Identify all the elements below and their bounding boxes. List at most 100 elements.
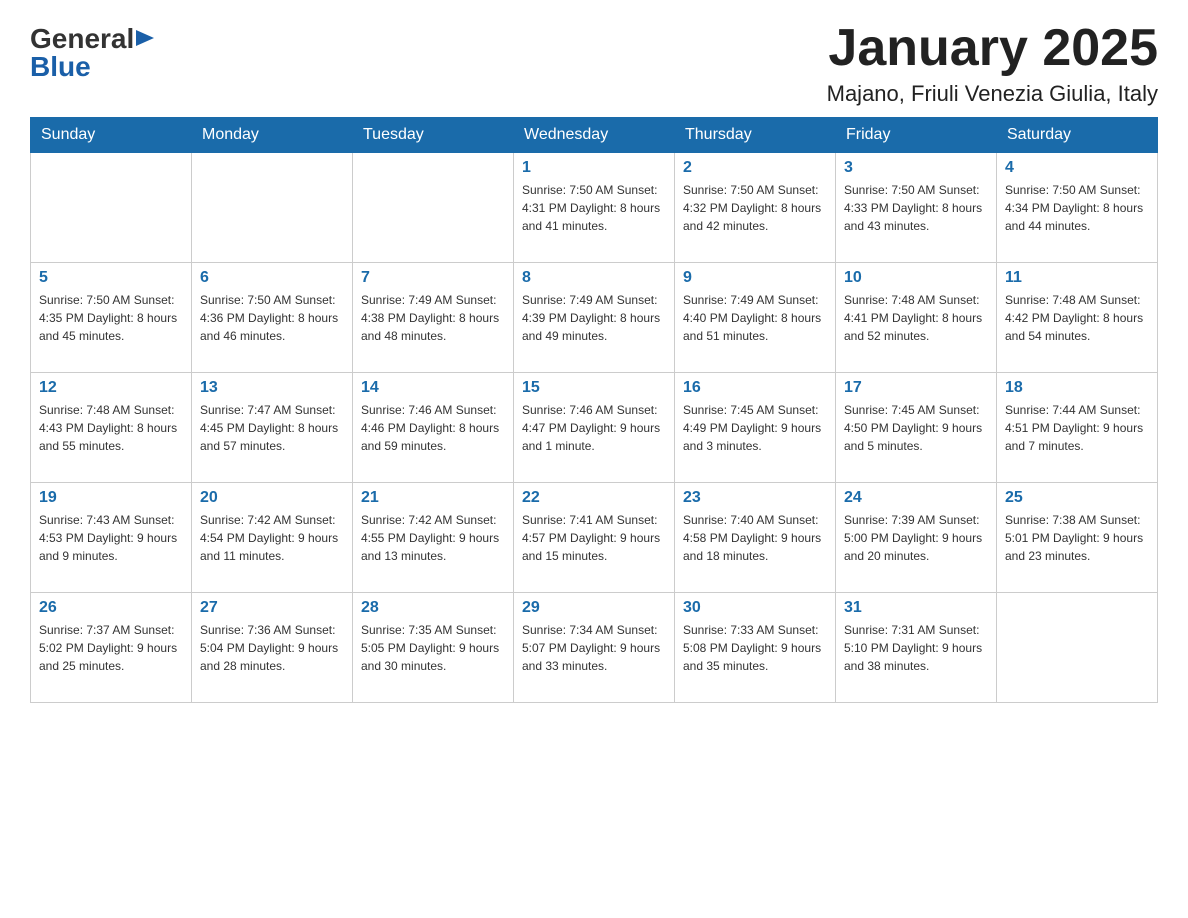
day-number: 4	[1005, 159, 1149, 177]
col-header-thursday: Thursday	[675, 118, 836, 153]
calendar-week-row: 5Sunrise: 7:50 AM Sunset: 4:35 PM Daylig…	[31, 263, 1158, 373]
day-number: 17	[844, 379, 988, 397]
day-info: Sunrise: 7:47 AM Sunset: 4:45 PM Dayligh…	[200, 401, 344, 455]
calendar-cell: 10 Sunrise: 7:48 AM Sunset: 4:41 PM Dayli…	[836, 263, 997, 373]
calendar-cell: 5Sunrise: 7:50 AM Sunset: 4:35 PM Daylig…	[31, 263, 192, 373]
month-title: January 2025	[827, 20, 1158, 77]
day-info: Sunrise: 7:50 AM Sunset: 4:33 PM Dayligh…	[844, 181, 988, 235]
day-info: Sunrise: 7:35 AM Sunset: 5:05 PM Dayligh…	[361, 621, 505, 675]
logo-general: General	[30, 25, 134, 53]
day-number: 12	[39, 379, 183, 397]
day-info: Sunrise: 7:40 AM Sunset: 4:58 PM Dayligh…	[683, 511, 827, 565]
calendar-cell: 31 Sunrise: 7:31 AM Sunset: 5:10 PM Dayli…	[836, 593, 997, 703]
day-info: Sunrise: 7:50 AM Sunset: 4:34 PM Dayligh…	[1005, 181, 1149, 235]
day-number: 2	[683, 159, 827, 177]
day-info: Sunrise: 7:43 AM Sunset: 4:53 PM Dayligh…	[39, 511, 183, 565]
day-number: 31	[844, 599, 988, 617]
day-info: Sunrise: 7:44 AM Sunset: 4:51 PM Dayligh…	[1005, 401, 1149, 455]
calendar-cell: 19 Sunrise: 7:43 AM Sunset: 4:53 PM Dayli…	[31, 483, 192, 593]
day-number: 10	[844, 269, 988, 287]
day-info: Sunrise: 7:34 AM Sunset: 5:07 PM Dayligh…	[522, 621, 666, 675]
day-number: 25	[1005, 489, 1149, 507]
calendar-week-row: 26Sunrise: 7:37 AM Sunset: 5:02 PM Dayli…	[31, 593, 1158, 703]
day-number: 18	[1005, 379, 1149, 397]
day-info: Sunrise: 7:37 AM Sunset: 5:02 PM Dayligh…	[39, 621, 183, 675]
calendar-cell: 12 Sunrise: 7:48 AM Sunset: 4:43 PM Dayli…	[31, 373, 192, 483]
day-number: 7	[361, 269, 505, 287]
day-number: 11	[1005, 269, 1149, 287]
calendar-cell: 13 Sunrise: 7:47 AM Sunset: 4:45 PM Dayli…	[192, 373, 353, 483]
col-header-monday: Monday	[192, 118, 353, 153]
calendar-cell: 29 Sunrise: 7:34 AM Sunset: 5:07 PM Dayli…	[514, 593, 675, 703]
calendar-cell: 2 Sunrise: 7:50 AM Sunset: 4:32 PM Daylig…	[675, 153, 836, 263]
day-info: Sunrise: 7:33 AM Sunset: 5:08 PM Dayligh…	[683, 621, 827, 675]
day-info: Sunrise: 7:41 AM Sunset: 4:57 PM Dayligh…	[522, 511, 666, 565]
day-number: 22	[522, 489, 666, 507]
day-info: Sunrise: 7:48 AM Sunset: 4:42 PM Dayligh…	[1005, 291, 1149, 345]
day-info: Sunrise: 7:31 AM Sunset: 5:10 PM Dayligh…	[844, 621, 988, 675]
logo-triangle-icon	[136, 30, 154, 46]
calendar-cell: 1 Sunrise: 7:50 AM Sunset: 4:31 PM Daylig…	[514, 153, 675, 263]
day-number: 23	[683, 489, 827, 507]
day-info: Sunrise: 7:48 AM Sunset: 4:43 PM Dayligh…	[39, 401, 183, 455]
calendar-cell: 14 Sunrise: 7:46 AM Sunset: 4:46 PM Dayli…	[353, 373, 514, 483]
calendar-week-row: 19 Sunrise: 7:43 AM Sunset: 4:53 PM Dayli…	[31, 483, 1158, 593]
calendar-cell	[31, 153, 192, 263]
calendar-week-row: 1 Sunrise: 7:50 AM Sunset: 4:31 PM Daylig…	[31, 153, 1158, 263]
col-header-tuesday: Tuesday	[353, 118, 514, 153]
day-number: 1	[522, 159, 666, 177]
day-info: Sunrise: 7:42 AM Sunset: 4:54 PM Dayligh…	[200, 511, 344, 565]
calendar-cell: 16 Sunrise: 7:45 AM Sunset: 4:49 PM Dayli…	[675, 373, 836, 483]
col-header-saturday: Saturday	[997, 118, 1158, 153]
day-number: 21	[361, 489, 505, 507]
location-title: Majano, Friuli Venezia Giulia, Italy	[827, 81, 1158, 107]
day-number: 14	[361, 379, 505, 397]
calendar-header-row: SundayMondayTuesdayWednesdayThursdayFrid…	[31, 118, 1158, 153]
calendar-cell: 23 Sunrise: 7:40 AM Sunset: 4:58 PM Dayli…	[675, 483, 836, 593]
calendar-cell: 15Sunrise: 7:46 AM Sunset: 4:47 PM Dayli…	[514, 373, 675, 483]
day-info: Sunrise: 7:49 AM Sunset: 4:39 PM Dayligh…	[522, 291, 666, 345]
calendar-cell: 3 Sunrise: 7:50 AM Sunset: 4:33 PM Daylig…	[836, 153, 997, 263]
col-header-friday: Friday	[836, 118, 997, 153]
day-number: 15	[522, 379, 666, 397]
day-number: 6	[200, 269, 344, 287]
page-header: General Blue January 2025 Majano, Friuli…	[30, 20, 1158, 107]
calendar-cell: 18 Sunrise: 7:44 AM Sunset: 4:51 PM Dayli…	[997, 373, 1158, 483]
day-number: 19	[39, 489, 183, 507]
calendar-cell	[997, 593, 1158, 703]
day-number: 9	[683, 269, 827, 287]
day-number: 8	[522, 269, 666, 287]
day-info: Sunrise: 7:45 AM Sunset: 4:50 PM Dayligh…	[844, 401, 988, 455]
calendar-cell: 20 Sunrise: 7:42 AM Sunset: 4:54 PM Dayli…	[192, 483, 353, 593]
day-info: Sunrise: 7:46 AM Sunset: 4:46 PM Dayligh…	[361, 401, 505, 455]
day-number: 5	[39, 269, 183, 287]
col-header-wednesday: Wednesday	[514, 118, 675, 153]
day-number: 27	[200, 599, 344, 617]
day-info: Sunrise: 7:39 AM Sunset: 5:00 PM Dayligh…	[844, 511, 988, 565]
logo-blue: Blue	[30, 53, 91, 81]
day-info: Sunrise: 7:49 AM Sunset: 4:40 PM Dayligh…	[683, 291, 827, 345]
day-number: 29	[522, 599, 666, 617]
calendar-cell: 25Sunrise: 7:38 AM Sunset: 5:01 PM Dayli…	[997, 483, 1158, 593]
day-info: Sunrise: 7:36 AM Sunset: 5:04 PM Dayligh…	[200, 621, 344, 675]
calendar-cell: 21Sunrise: 7:42 AM Sunset: 4:55 PM Dayli…	[353, 483, 514, 593]
title-section: January 2025 Majano, Friuli Venezia Giul…	[827, 20, 1158, 107]
day-info: Sunrise: 7:45 AM Sunset: 4:49 PM Dayligh…	[683, 401, 827, 455]
day-info: Sunrise: 7:49 AM Sunset: 4:38 PM Dayligh…	[361, 291, 505, 345]
day-info: Sunrise: 7:50 AM Sunset: 4:32 PM Dayligh…	[683, 181, 827, 235]
calendar-cell: 8 Sunrise: 7:49 AM Sunset: 4:39 PM Daylig…	[514, 263, 675, 373]
day-number: 3	[844, 159, 988, 177]
day-info: Sunrise: 7:48 AM Sunset: 4:41 PM Dayligh…	[844, 291, 988, 345]
calendar-cell: 7 Sunrise: 7:49 AM Sunset: 4:38 PM Daylig…	[353, 263, 514, 373]
day-info: Sunrise: 7:50 AM Sunset: 4:31 PM Dayligh…	[522, 181, 666, 235]
day-number: 24	[844, 489, 988, 507]
calendar-cell	[192, 153, 353, 263]
day-number: 13	[200, 379, 344, 397]
calendar-cell: 30Sunrise: 7:33 AM Sunset: 5:08 PM Dayli…	[675, 593, 836, 703]
day-number: 20	[200, 489, 344, 507]
calendar-cell: 4 Sunrise: 7:50 AM Sunset: 4:34 PM Daylig…	[997, 153, 1158, 263]
day-number: 28	[361, 599, 505, 617]
day-info: Sunrise: 7:50 AM Sunset: 4:36 PM Dayligh…	[200, 291, 344, 345]
calendar-cell: 6 Sunrise: 7:50 AM Sunset: 4:36 PM Daylig…	[192, 263, 353, 373]
day-number: 16	[683, 379, 827, 397]
